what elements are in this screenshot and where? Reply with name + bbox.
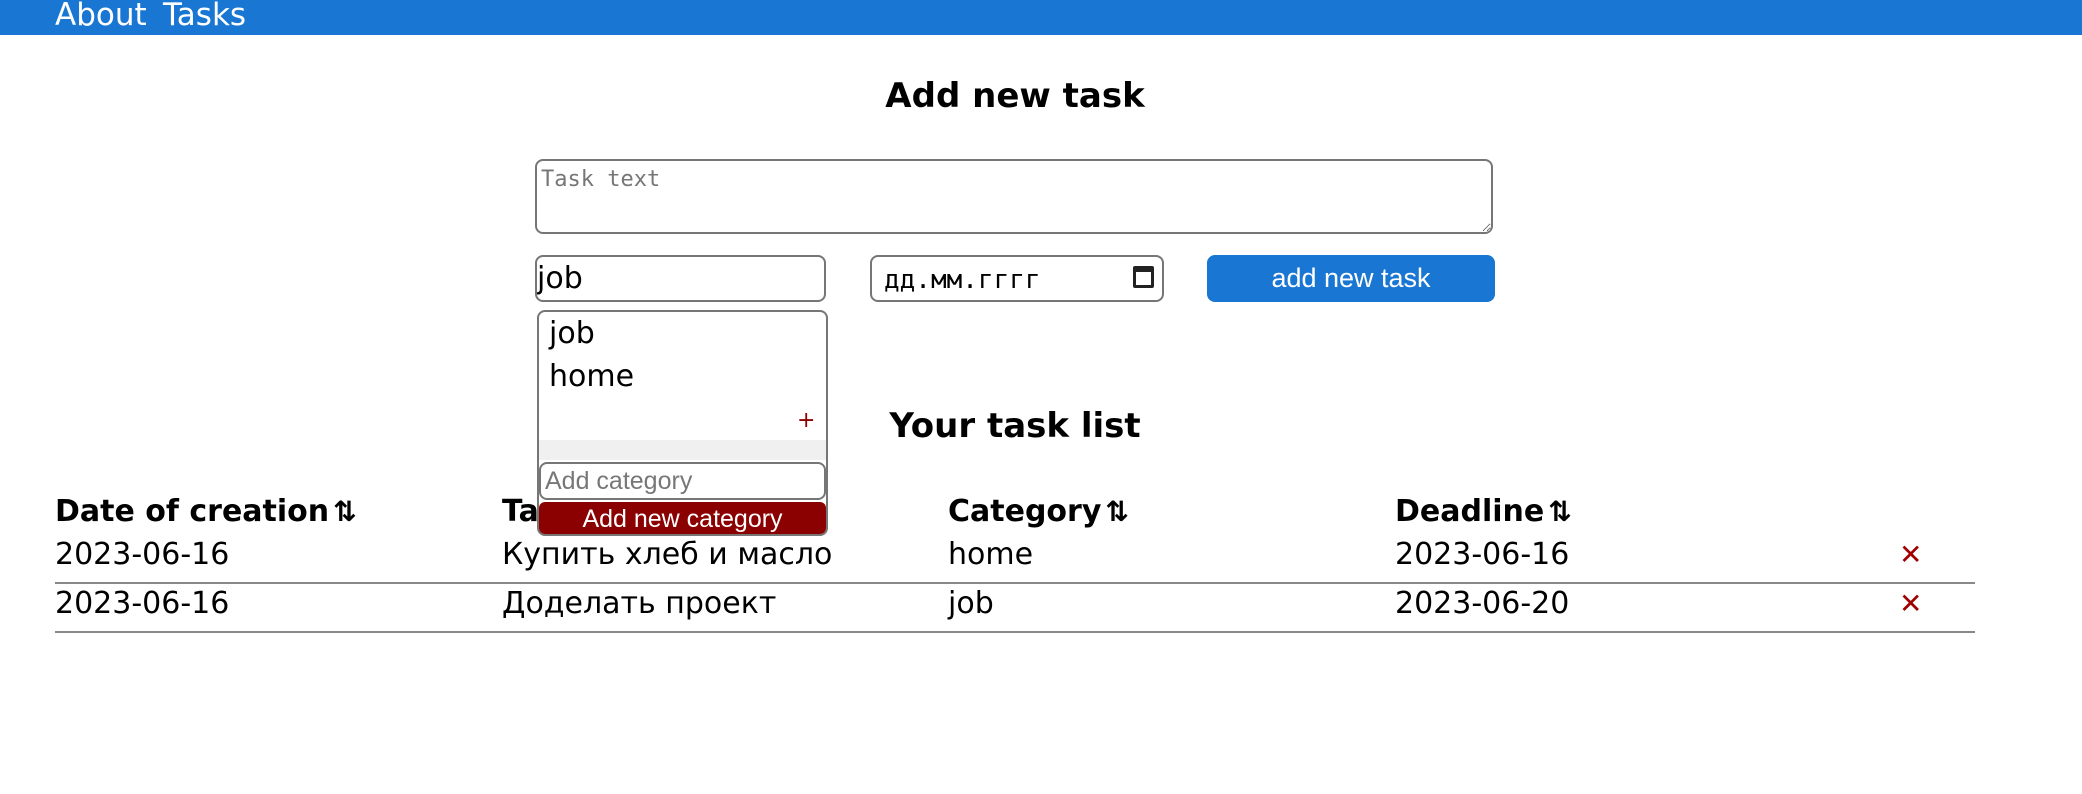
cell-deadline: 2023-06-20 (1395, 586, 1570, 621)
category-input[interactable] (535, 255, 826, 302)
table-row: 2023-06-16 Купить хлеб и масло home 2023… (55, 534, 1975, 584)
deadline-date-input[interactable]: дд.мм.гггг (870, 255, 1164, 302)
date-placeholder: дд.мм.гггг (884, 265, 1041, 295)
delete-icon[interactable]: ✕ (1899, 583, 1922, 625)
category-option-home[interactable]: home (549, 359, 634, 394)
category-option-job[interactable]: job (549, 316, 595, 351)
column-header-deadline[interactable]: Deadline ⇅ (1395, 494, 1572, 529)
nav-link-tasks[interactable]: Tasks (163, 0, 246, 33)
nav-link-about[interactable]: About (55, 0, 147, 33)
dropdown-divider (539, 440, 826, 460)
cell-task: Купить хлеб и масло (502, 537, 833, 572)
table-row: 2023-06-16 Доделать проект job 2023-06-2… (55, 583, 1975, 633)
calendar-icon[interactable] (1133, 266, 1154, 288)
column-header-label: Date of creation (55, 494, 330, 529)
cell-task: Доделать проект (502, 586, 777, 621)
sort-icon[interactable]: ⇅ (1548, 495, 1571, 528)
cell-created: 2023-06-16 (55, 586, 230, 621)
new-category-input[interactable] (539, 462, 826, 500)
cell-category: job (948, 586, 994, 621)
column-header-label: Deadline (1395, 494, 1545, 529)
cell-category: home (948, 537, 1034, 572)
add-task-heading: Add new task (885, 76, 1145, 116)
add-category-button[interactable]: Add new category (539, 502, 826, 534)
column-header-label: Category (948, 494, 1102, 529)
task-text-input[interactable] (535, 159, 1493, 234)
top-nav-bar: About Tasks (0, 0, 2082, 35)
sort-icon[interactable]: ⇅ (1105, 495, 1128, 528)
sort-icon[interactable]: ⇅ (333, 495, 356, 528)
column-header-date-of-creation[interactable]: Date of creation ⇅ (55, 494, 357, 529)
task-list-heading: Your task list (889, 406, 1141, 446)
plus-icon[interactable]: + (797, 408, 815, 433)
cell-created: 2023-06-16 (55, 537, 230, 572)
column-header-category[interactable]: Category ⇅ (948, 494, 1129, 529)
category-dropdown: job home + Add new category (537, 310, 828, 536)
delete-icon[interactable]: ✕ (1899, 534, 1922, 576)
add-task-button[interactable]: add new task (1207, 255, 1495, 302)
cell-deadline: 2023-06-16 (1395, 537, 1570, 572)
